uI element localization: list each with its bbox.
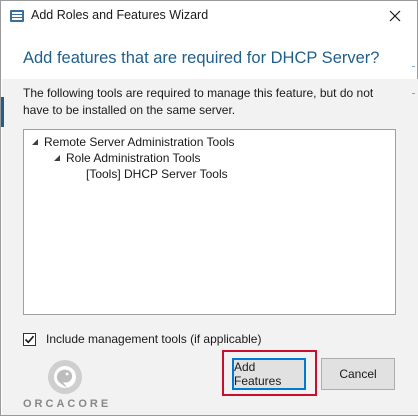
include-management-tools[interactable]: Include management tools (if applicable): [23, 332, 261, 346]
close-button[interactable]: [373, 1, 417, 31]
add-features-button[interactable]: Add Features: [232, 358, 306, 390]
tree-item[interactable]: Remote Server Administration Tools: [32, 134, 235, 150]
tree-item[interactable]: Role Administration Tools: [54, 150, 201, 166]
tree-item[interactable]: [Tools] DHCP Server Tools: [86, 166, 228, 182]
logo-text: ORCACORE: [23, 398, 112, 410]
window-title: Add Roles and Features Wizard: [31, 8, 209, 22]
tree-item-label: [Tools] DHCP Server Tools: [86, 167, 228, 181]
required-features-tree[interactable]: Remote Server Administration Tools Role …: [23, 129, 396, 315]
expanded-triangle-icon[interactable]: [54, 155, 60, 161]
watermark-logo: ORCACORE: [23, 358, 112, 413]
wizard-dialog: Add Roles and Features Wizard Add featur…: [0, 0, 418, 416]
right-edge-marks: [412, 66, 415, 94]
include-tools-label: Include management tools (if applicable): [46, 332, 262, 346]
server-manager-icon: [10, 10, 24, 22]
title-bar: Add Roles and Features Wizard: [1, 1, 417, 32]
tree-item-label: Role Administration Tools: [66, 151, 201, 165]
close-icon: [389, 10, 401, 22]
left-accent: [1, 97, 4, 127]
dialog-heading: Add features that are required for DHCP …: [23, 49, 380, 67]
cancel-button[interactable]: Cancel: [321, 358, 395, 390]
include-tools-checkbox[interactable]: [23, 332, 36, 346]
expanded-triangle-icon[interactable]: [32, 139, 38, 145]
checkmark-icon: [24, 335, 35, 343]
tree-item-label: Remote Server Administration Tools: [44, 135, 235, 149]
dialog-description: The following tools are required to mana…: [23, 86, 374, 117]
orca-logo-icon: [48, 360, 82, 394]
